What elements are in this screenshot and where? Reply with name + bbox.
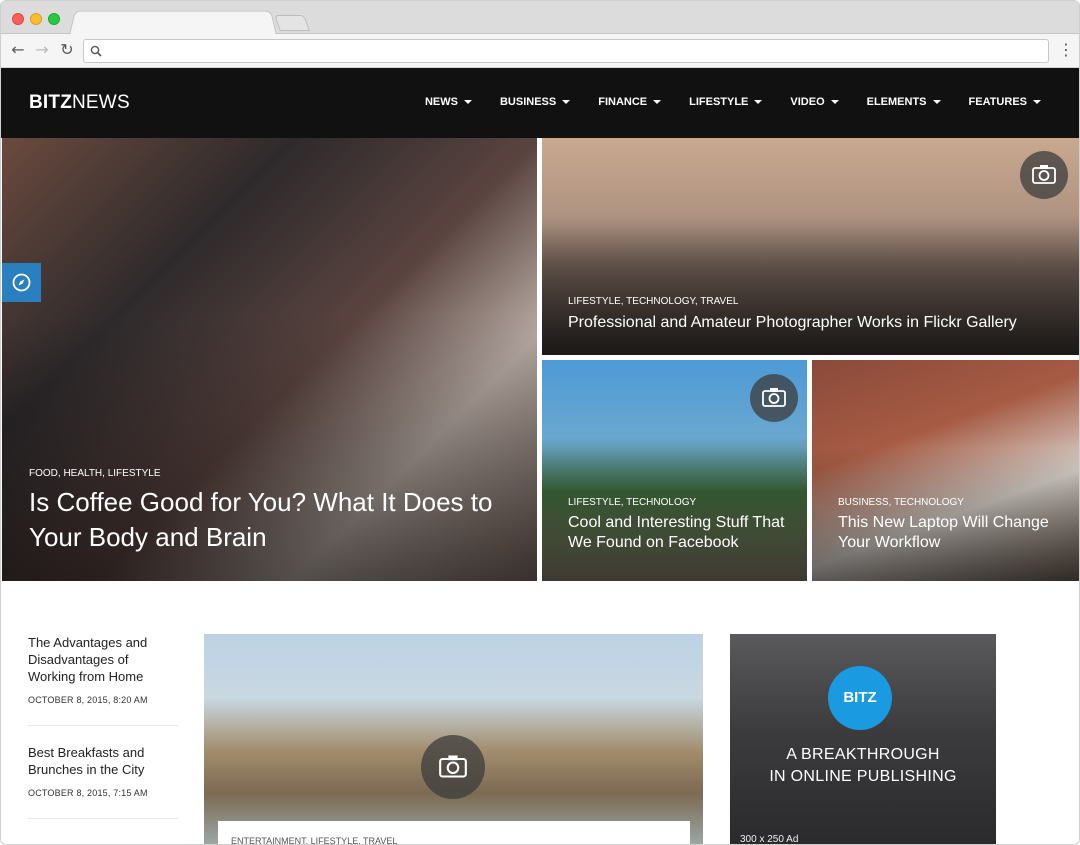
caret-down-icon: [463, 100, 472, 104]
new-tab-button[interactable]: [274, 15, 310, 31]
menu-label: NEWS: [424, 96, 458, 108]
browser-titlebar: [1, 1, 1079, 36]
close-window-button[interactable]: [12, 13, 24, 25]
post-title[interactable]: Professional and Amateur Photographer Wo…: [568, 312, 1068, 333]
site-logo[interactable]: BITZNEWS: [29, 92, 130, 114]
menu-label: BUSINESS: [499, 96, 557, 108]
ad-headline: A BREAKTHROUGH IN ONLINE PUBLISHING: [730, 744, 996, 788]
browser-toolbar: ← → ↻ ⋮: [1, 34, 1079, 68]
post-title[interactable]: Cool and Interesting Stuff That We Found…: [568, 513, 793, 553]
menu-item-video[interactable]: VIDEO: [790, 96, 839, 108]
recent-posts-list: The Advantages and Disadvantages of Work…: [28, 634, 178, 837]
forward-arrow-icon[interactable]: →: [31, 39, 53, 61]
featured-post[interactable]: ENTERTAINMENT, LIFESTYLE, TRAVEL: [204, 634, 703, 844]
hero-tile-coffee[interactable]: FOOD, HEALTH, LIFESTYLE Is Coffee Good f…: [2, 138, 537, 581]
compass-icon: [12, 273, 31, 292]
search-icon: [90, 45, 102, 57]
menu-label: FINANCE: [598, 96, 648, 108]
list-item-title[interactable]: Best Breakfasts and Brunches in the City: [28, 744, 178, 778]
site-header: BITZNEWS NEWS BUSINESS FINANCE LIFESTYLE…: [1, 68, 1079, 138]
post-categories[interactable]: LIFESTYLE, TECHNOLOGY, TRAVEL: [568, 296, 738, 307]
menu-item-features[interactable]: FEATURES: [969, 96, 1041, 108]
ad-banner[interactable]: BITZ A BREAKTHROUGH IN ONLINE PUBLISHING…: [730, 634, 996, 845]
menu-item-news[interactable]: NEWS: [425, 96, 472, 108]
image-overlay: [542, 224, 1079, 355]
back-arrow-icon[interactable]: ←: [7, 39, 29, 61]
menu-label: FEATURES: [968, 96, 1027, 108]
hero-tile-laptop[interactable]: BUSINESS, TECHNOLOGY This New Laptop Wil…: [812, 360, 1079, 581]
main-menu: NEWS BUSINESS FINANCE LIFESTYLE VIDEO EL…: [397, 96, 1041, 108]
camera-icon: [1020, 151, 1068, 199]
caret-down-icon: [932, 100, 941, 104]
caret-down-icon: [653, 100, 662, 104]
menu-label: LIFESTYLE: [689, 96, 749, 108]
caret-down-icon: [754, 100, 763, 104]
list-item-date: OCTOBER 8, 2015, 8:20 AM: [28, 695, 148, 705]
post-categories[interactable]: LIFESTYLE, TECHNOLOGY: [568, 497, 696, 508]
post-title[interactable]: This New Laptop Will Change Your Workflo…: [838, 513, 1074, 553]
ad-headline-line1: A BREAKTHROUGH: [786, 746, 940, 763]
list-item[interactable]: The Advantages and Disadvantages of Work…: [28, 634, 178, 726]
menu-label: ELEMENTS: [866, 96, 927, 108]
reload-icon[interactable]: ↻: [56, 39, 78, 61]
camera-icon: [750, 374, 798, 422]
caret-down-icon: [830, 100, 839, 104]
menu-label: VIDEO: [790, 96, 825, 108]
ad-size-label: 300 x 250 Ad: [740, 834, 799, 845]
menu-item-elements[interactable]: ELEMENTS: [867, 96, 941, 108]
menu-item-finance[interactable]: FINANCE: [598, 96, 662, 108]
browser-menu-icon[interactable]: ⋮: [1058, 39, 1074, 61]
minimize-window-button[interactable]: [30, 13, 42, 25]
ad-headline-line2: IN ONLINE PUBLISHING: [769, 768, 957, 785]
browser-tab-active[interactable]: [69, 10, 277, 36]
hero-tile-photographer[interactable]: LIFESTYLE, TECHNOLOGY, TRAVEL Profession…: [542, 138, 1079, 355]
menu-item-business[interactable]: BUSINESS: [499, 96, 571, 108]
logo-light: NEWS: [72, 92, 130, 113]
camera-icon: [421, 735, 485, 799]
ad-logo: BITZ: [828, 666, 892, 730]
post-title[interactable]: Is Coffee Good for You? What It Does to …: [29, 485, 519, 555]
list-item-date: OCTOBER 8, 2015, 7:15 AM: [28, 788, 148, 798]
list-item[interactable]: Best Breakfasts and Brunches in the City…: [28, 744, 178, 819]
list-item-title[interactable]: The Advantages and Disadvantages of Work…: [28, 634, 178, 685]
maximize-window-button[interactable]: [48, 13, 60, 25]
browser-window: ← → ↻ ⋮ BITZNEWS NEWS BUSINESS FINANCE L…: [0, 0, 1080, 845]
hero-tile-facebook[interactable]: LIFESTYLE, TECHNOLOGY Cool and Interesti…: [542, 360, 807, 581]
compass-button[interactable]: [2, 263, 41, 302]
caret-down-icon: [1033, 100, 1041, 104]
post-categories[interactable]: BUSINESS, TECHNOLOGY: [838, 497, 964, 508]
post-categories[interactable]: FOOD, HEALTH, LIFESTYLE: [29, 468, 161, 479]
featured-post-card: ENTERTAINMENT, LIFESTYLE, TRAVEL: [218, 821, 690, 844]
logo-bold: BITZ: [29, 92, 73, 113]
menu-item-lifestyle[interactable]: LIFESTYLE: [689, 96, 763, 108]
caret-down-icon: [562, 100, 571, 104]
post-categories[interactable]: ENTERTAINMENT, LIFESTYLE, TRAVEL: [231, 836, 397, 844]
address-bar[interactable]: [83, 39, 1049, 63]
